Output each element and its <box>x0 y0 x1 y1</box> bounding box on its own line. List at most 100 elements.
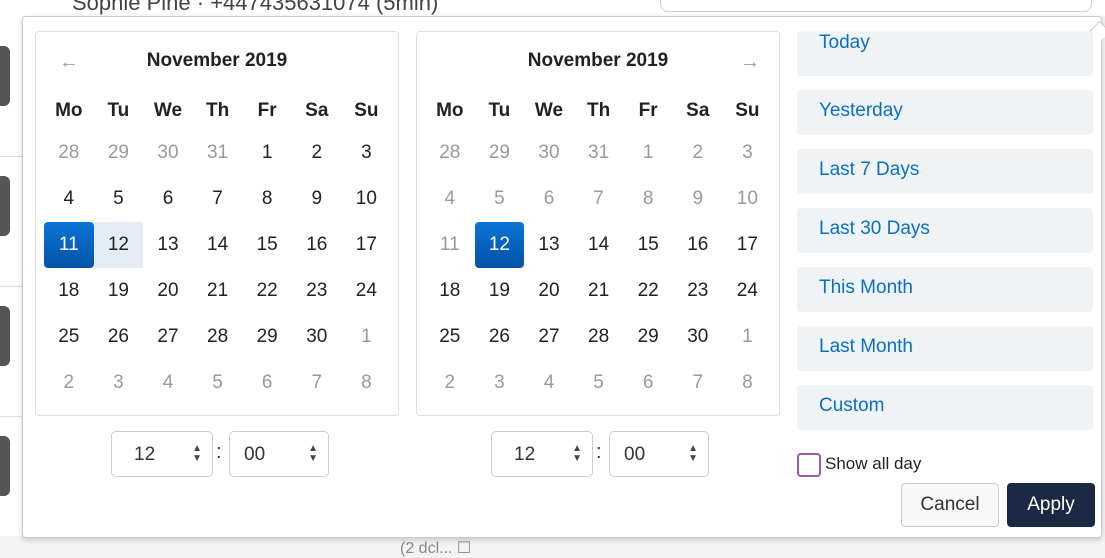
range-yesterday-button[interactable]: Yesterday <box>797 90 1093 135</box>
calendar-day[interactable]: 17 <box>342 222 392 268</box>
calendar-day[interactable]: 28 <box>44 130 94 176</box>
end-hour-select[interactable]: 12 ▲ ▼ <box>491 431 593 477</box>
calendar-day[interactable]: 7 <box>673 360 723 406</box>
calendar-day[interactable]: 26 <box>475 314 525 360</box>
calendar-day[interactable]: 7 <box>292 360 342 406</box>
calendar-day[interactable]: 16 <box>673 222 723 268</box>
calendar-day[interactable]: 17 <box>723 222 773 268</box>
calendar-day[interactable]: 6 <box>524 176 574 222</box>
apply-button[interactable]: Apply <box>1007 483 1095 527</box>
calendar-day[interactable]: 9 <box>673 176 723 222</box>
calendar-day[interactable]: 6 <box>623 360 673 406</box>
calendar-day[interactable]: 3 <box>723 130 773 176</box>
calendar-day[interactable]: 4 <box>44 176 94 222</box>
calendar-day[interactable]: 5 <box>94 176 144 222</box>
calendar-day[interactable]: 13 <box>524 222 574 268</box>
calendar-day[interactable]: 28 <box>425 130 475 176</box>
calendar-day[interactable]: 8 <box>342 360 392 406</box>
calendar-day[interactable]: 30 <box>673 314 723 360</box>
cancel-button[interactable]: Cancel <box>901 483 999 527</box>
calendar-day[interactable]: 1 <box>723 314 773 360</box>
show-all-day-checkbox[interactable] <box>797 453 821 477</box>
calendar-day[interactable]: 30 <box>292 314 342 360</box>
calendar-day[interactable]: 2 <box>292 130 342 176</box>
calendar-day[interactable]: 22 <box>242 268 292 314</box>
range-last-7-days-button[interactable]: Last 7 Days <box>797 149 1093 194</box>
calendar-day[interactable]: 25 <box>44 314 94 360</box>
calendar-day[interactable]: 21 <box>574 268 624 314</box>
calendar-day[interactable]: 26 <box>94 314 144 360</box>
calendar-day[interactable]: 7 <box>193 176 243 222</box>
calendar-day[interactable]: 14 <box>193 222 243 268</box>
calendar-day[interactable]: 18 <box>425 268 475 314</box>
calendar-day[interactable]: 3 <box>94 360 144 406</box>
calendar-day[interactable]: 8 <box>723 360 773 406</box>
range-last-30-days-button[interactable]: Last 30 Days <box>797 208 1093 253</box>
calendar-day[interactable]: 1 <box>623 130 673 176</box>
calendar-day[interactable]: 2 <box>673 130 723 176</box>
start-minute-select[interactable]: 00 ▲ ▼ <box>229 431 329 477</box>
calendar-day[interactable]: 30 <box>143 130 193 176</box>
calendar-day[interactable]: 4 <box>143 360 193 406</box>
calendar-day[interactable]: 29 <box>94 130 144 176</box>
calendar-day-selected[interactable]: 11 <box>44 222 94 268</box>
calendar-day[interactable]: 16 <box>292 222 342 268</box>
calendar-day[interactable]: 20 <box>143 268 193 314</box>
calendar-day[interactable]: 28 <box>193 314 243 360</box>
calendar-day[interactable]: 6 <box>242 360 292 406</box>
range-last-month-button[interactable]: Last Month <box>797 326 1093 371</box>
calendar-day[interactable]: 1 <box>242 130 292 176</box>
calendar-day[interactable]: 28 <box>574 314 624 360</box>
calendar-day[interactable]: 31 <box>574 130 624 176</box>
calendar-day[interactable]: 19 <box>94 268 144 314</box>
calendar-day[interactable]: 29 <box>623 314 673 360</box>
calendar-day[interactable]: 27 <box>143 314 193 360</box>
next-month-arrow-icon[interactable]: → <box>735 49 765 75</box>
calendar-day[interactable]: 8 <box>623 176 673 222</box>
calendar-day[interactable]: 29 <box>242 314 292 360</box>
calendar-day[interactable]: 6 <box>143 176 193 222</box>
calendar-day[interactable]: 7 <box>574 176 624 222</box>
calendar-day[interactable]: 8 <box>242 176 292 222</box>
calendar-day[interactable]: 25 <box>425 314 475 360</box>
calendar-day[interactable]: 5 <box>193 360 243 406</box>
calendar-day[interactable]: 21 <box>193 268 243 314</box>
calendar-day[interactable]: 31 <box>193 130 243 176</box>
calendar-day[interactable]: 23 <box>292 268 342 314</box>
calendar-day[interactable]: 13 <box>143 222 193 268</box>
range-today-button[interactable]: Today <box>797 31 1093 76</box>
start-hour-select[interactable]: 12 ▲ ▼ <box>111 431 213 477</box>
calendar-day[interactable]: 4 <box>524 360 574 406</box>
calendar-day[interactable]: 30 <box>524 130 574 176</box>
calendar-day[interactable]: 20 <box>524 268 574 314</box>
calendar-day[interactable]: 10 <box>723 176 773 222</box>
calendar-day[interactable]: 14 <box>574 222 624 268</box>
range-label: Today <box>819 32 870 53</box>
calendar-day[interactable]: 5 <box>475 176 525 222</box>
calendar-day[interactable]: 24 <box>342 268 392 314</box>
calendar-day[interactable]: 2 <box>44 360 94 406</box>
calendar-day-in-range[interactable]: 12 <box>93 222 144 268</box>
calendar-day[interactable]: 3 <box>342 130 392 176</box>
calendar-day[interactable]: 2 <box>425 360 475 406</box>
calendar-day[interactable]: 19 <box>475 268 525 314</box>
calendar-day[interactable]: 15 <box>242 222 292 268</box>
calendar-day[interactable]: 22 <box>623 268 673 314</box>
calendar-day[interactable]: 18 <box>44 268 94 314</box>
calendar-day[interactable]: 27 <box>524 314 574 360</box>
range-custom-button[interactable]: Custom <box>797 385 1093 430</box>
calendar-day[interactable]: 3 <box>475 360 525 406</box>
calendar-day[interactable]: 5 <box>574 360 624 406</box>
calendar-day[interactable]: 29 <box>475 130 525 176</box>
calendar-day[interactable]: 11 <box>425 222 475 268</box>
calendar-day[interactable]: 24 <box>723 268 773 314</box>
calendar-day[interactable]: 15 <box>623 222 673 268</box>
calendar-day[interactable]: 23 <box>673 268 723 314</box>
end-minute-select[interactable]: 00 ▲ ▼ <box>609 431 709 477</box>
calendar-day[interactable]: 4 <box>425 176 475 222</box>
calendar-day-selected[interactable]: 12 <box>474 222 525 268</box>
calendar-day[interactable]: 9 <box>292 176 342 222</box>
calendar-day[interactable]: 1 <box>342 314 392 360</box>
calendar-day[interactable]: 10 <box>342 176 392 222</box>
range-this-month-button[interactable]: This Month <box>797 267 1093 312</box>
